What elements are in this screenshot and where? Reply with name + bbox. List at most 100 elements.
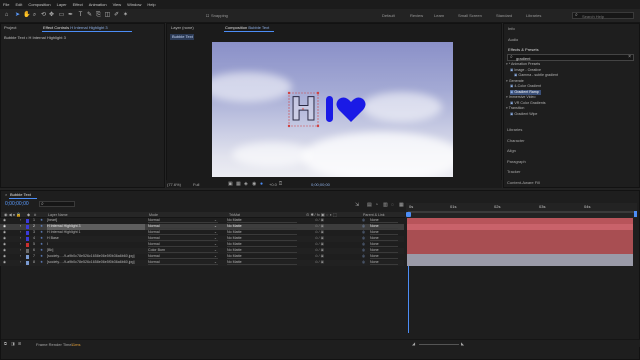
layer-switches-icons[interactable]: ⊙ ∕ ▣	[315, 242, 324, 248]
clear-search-icon[interactable]: ×	[628, 55, 631, 60]
layer-label-color[interactable]	[26, 219, 29, 223]
layer-row[interactable]: ◉ › 8 ★ [society…-9-a9b0c78e526c1658e06e5f0b…	[0, 260, 404, 266]
menu-window[interactable]: Window	[127, 2, 141, 7]
mode-dropdown[interactable]: Normal	[148, 218, 218, 223]
layer-switches-icons[interactable]: ⊙ ∕ ▣	[315, 260, 324, 266]
home-icon[interactable]: ⌂	[3, 12, 10, 19]
expand-twirl-icon[interactable]: ›	[20, 236, 21, 242]
exposure-value[interactable]: +0.0	[269, 182, 277, 187]
info-panel-header[interactable]: Info	[508, 26, 515, 31]
parent-pickwhip-icon[interactable]: ◎	[362, 236, 365, 242]
visibility-eye-icon[interactable]: ◉	[3, 242, 6, 248]
trkmat-dropdown[interactable]: No Matte	[227, 254, 297, 259]
visibility-eye-icon[interactable]: ◉	[3, 224, 6, 230]
layer-duration-bar[interactable]	[407, 254, 633, 260]
motion-blur-icon[interactable]: ◌	[391, 202, 394, 208]
trkmat-dropdown[interactable]: No Matte	[227, 236, 297, 241]
timeline-zoom-slider[interactable]	[419, 344, 459, 345]
layer-label-color[interactable]	[26, 261, 29, 265]
menu-animation[interactable]: Animation	[89, 2, 107, 7]
time-ruler[interactable]: 0s 01s 02s 03s 04s	[406, 203, 637, 218]
effects-tree-item[interactable]: ▣ VR Color Gradients	[510, 101, 546, 106]
effects-tree-item[interactable]: ▾ Transition	[506, 106, 524, 111]
selection-tool-icon[interactable]: ➤	[14, 12, 21, 19]
layer-switches-icons[interactable]: ⊙ ∕ ▣	[315, 230, 324, 236]
work-area-end[interactable]	[634, 211, 637, 217]
composition-subtab[interactable]: Bubble Text	[170, 34, 194, 40]
menu-edit[interactable]: Edit	[15, 2, 22, 7]
visibility-eye-icon[interactable]: ◉	[3, 218, 6, 224]
visibility-eye-icon[interactable]: ◉	[3, 260, 6, 266]
timeline-timecode[interactable]: 0;00;00;00	[5, 201, 29, 207]
expand-twirl-icon[interactable]: ›	[20, 242, 21, 248]
orbit-tool-icon[interactable]: ⟲	[40, 12, 47, 19]
effects-tree-item[interactable]: ▣ Gradient Wipe	[510, 112, 537, 117]
layer-name[interactable]: I	[47, 242, 145, 248]
layer-label-color[interactable]	[26, 225, 29, 229]
layer-duration-bar[interactable]	[407, 242, 633, 248]
effects-tree-item[interactable]: ▾ Immersive Video	[506, 95, 536, 100]
layer-duration-bar[interactable]	[407, 260, 633, 266]
layer-name[interactable]: H Internal Highlight 1	[47, 230, 145, 236]
roto-brush-icon[interactable]: ✐	[113, 12, 120, 19]
rectangle-tool-icon[interactable]: ▭	[58, 12, 65, 19]
layer-name[interactable]: H Base	[47, 236, 145, 242]
layer-switches-icons[interactable]: ⊙ ∕ ▣	[315, 218, 324, 224]
playhead-handle[interactable]	[406, 212, 411, 217]
timeline-tab[interactable]: Bubble Text	[10, 192, 31, 197]
pen-tool-icon[interactable]: ✒	[67, 12, 74, 19]
visibility-eye-icon[interactable]: ◉	[3, 248, 6, 254]
layer-duration-bar[interactable]	[407, 248, 633, 254]
effects-tree-item[interactable]: ▾ * Animation Presets	[506, 62, 540, 67]
region-of-interest-icon[interactable]: ▣	[228, 181, 233, 187]
pan-behind-tool-icon[interactable]: ✥	[48, 12, 55, 19]
parent-pickwhip-icon[interactable]: ◎	[362, 242, 365, 248]
clone-stamp-icon[interactable]: ⎘	[95, 12, 102, 19]
menu-view[interactable]: View	[113, 2, 122, 7]
workspace-learn[interactable]: Learn	[434, 13, 444, 18]
tab-project[interactable]: Project	[4, 24, 16, 32]
layer-label-color[interactable]	[26, 231, 29, 235]
layer-name-header[interactable]: Layer Name	[48, 213, 68, 217]
layer-switches-icons[interactable]: ⊙ ∕ ▣	[315, 254, 324, 260]
parent-dropdown[interactable]: None	[370, 218, 398, 223]
layer-name[interactable]: [Bb]	[47, 248, 145, 254]
toggle-switches-icon[interactable]: ⧉	[4, 341, 7, 346]
mode-dropdown[interactable]: Normal	[148, 260, 218, 265]
workspace-small-screen[interactable]: Small Screen	[458, 13, 482, 18]
trkmat-dropdown[interactable]: No Matte	[227, 260, 297, 265]
layer-name[interactable]: H Internal Highlight 3	[47, 224, 145, 230]
zoom-dropdown[interactable]: (77.6%)	[167, 182, 181, 187]
panel-section-header[interactable]: Character	[507, 138, 525, 143]
draft-3d-icon[interactable]: ▤	[367, 202, 372, 208]
layer-switches-icons[interactable]: ⊙ ∕ ▣	[315, 224, 324, 230]
panel-section-header[interactable]: Tracker	[507, 169, 520, 174]
mode-dropdown[interactable]: Normal	[148, 254, 218, 259]
visibility-eye-icon[interactable]: ◉	[3, 254, 6, 260]
expand-twirl-icon[interactable]: ›	[20, 254, 21, 260]
layer-duration-bar[interactable]	[407, 218, 633, 224]
color-channel-icon[interactable]: ●	[260, 181, 263, 187]
parent-pickwhip-icon[interactable]: ◎	[362, 248, 365, 254]
layer-duration-bar[interactable]	[407, 224, 633, 230]
toggle-in-out-icon[interactable]: ⊞	[18, 341, 21, 346]
tab-layer[interactable]: Layer (none)	[171, 24, 194, 32]
puppet-tool-icon[interactable]: ✶	[122, 12, 129, 19]
mode-dropdown[interactable]: Normal	[148, 224, 218, 229]
parent-pickwhip-icon[interactable]: ◎	[362, 224, 365, 230]
parent-pickwhip-icon[interactable]: ◎	[362, 230, 365, 236]
layer-switches-icons[interactable]: ⊙ ∕ ▣	[315, 248, 324, 254]
zoom-tool-icon[interactable]: ⌕	[31, 12, 38, 19]
expand-twirl-icon[interactable]: ›	[20, 260, 21, 266]
layer-label-color[interactable]	[26, 237, 29, 241]
layer-label-color[interactable]	[26, 249, 29, 253]
layer-row[interactable]: ◉ › 6 ★ [Bb] Color Burn ⌄ No Matte ⊙ ∕ ▣ ◎ None	[0, 248, 404, 254]
expand-twirl-icon[interactable]: ›	[20, 248, 21, 254]
layer-row[interactable]: ◉ › 2 ★ H Internal Highlight 3 Normal ⌄ No Matt…	[0, 224, 404, 230]
panel-section-header[interactable]: Libraries	[507, 127, 522, 132]
effects-tree-item[interactable]: ▣ Image - Creative	[510, 68, 541, 73]
menu-effect[interactable]: Effect	[73, 2, 83, 7]
panel-section-header[interactable]: Align	[507, 148, 516, 153]
effects-tree-item[interactable]: ▣ Gamma - subtle gradient	[514, 73, 558, 78]
parent-dropdown[interactable]: None	[370, 260, 398, 265]
